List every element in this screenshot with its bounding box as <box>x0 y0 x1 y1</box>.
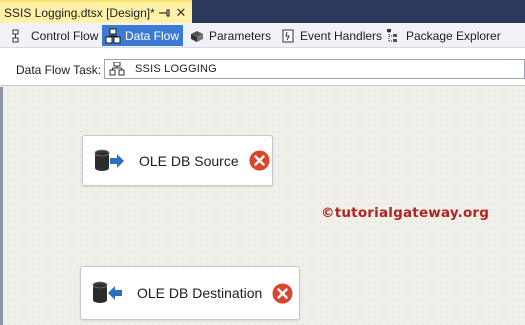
tab-control-flow[interactable]: Control Flow <box>8 25 102 46</box>
data-flow-task-icon <box>109 61 125 76</box>
close-icon[interactable]: ✕ <box>174 5 188 20</box>
event-handlers-icon <box>280 28 296 44</box>
package-explorer-icon <box>386 28 402 44</box>
tab-parameters[interactable]: Parameters <box>186 25 275 46</box>
tab-parameters-label: Parameters <box>209 28 272 43</box>
document-tab-title: SSIS Logging.dtsx [Design]* <box>4 5 155 20</box>
designer-tab-bar: Control Flow Data Flow Parameters Event … <box>0 23 525 48</box>
tab-event-handlers-label: Event Handlers <box>300 28 383 43</box>
tab-event-handlers[interactable]: Event Handlers <box>277 25 386 46</box>
ole-db-destination-icon <box>91 280 123 306</box>
tab-data-flow-label: Data Flow <box>125 28 180 43</box>
ole-db-source-icon <box>93 148 125 174</box>
ole-db-source-label: OLE DB Source <box>139 152 239 169</box>
canvas-left-border <box>0 87 3 325</box>
data-flow-task-bar: Data Flow Task: SSIS LOGGING <box>0 48 525 86</box>
data-flow-task-label: Data Flow Task: <box>16 63 102 77</box>
tab-data-flow[interactable]: Data Flow <box>102 25 184 46</box>
error-icon <box>249 150 270 171</box>
document-tabstrip: SSIS Logging.dtsx [Design]* ✕ <box>0 0 525 23</box>
ole-db-source-component[interactable]: OLE DB Source <box>82 135 273 186</box>
parameters-icon <box>189 28 205 44</box>
tab-package-explorer[interactable]: Package Explorer <box>383 25 505 46</box>
ole-db-destination-label: OLE DB Destination <box>137 285 263 301</box>
data-flow-task-select[interactable]: SSIS LOGGING <box>104 59 525 79</box>
control-flow-icon <box>11 28 27 44</box>
watermark-text: ©tutorialgateway.org <box>321 205 490 221</box>
document-tab[interactable]: SSIS Logging.dtsx [Design]* ✕ <box>0 0 192 23</box>
ole-db-destination-component[interactable]: OLE DB Destination <box>80 266 300 320</box>
data-flow-task-value: SSIS LOGGING <box>135 63 217 75</box>
tab-package-explorer-label: Package Explorer <box>406 28 501 43</box>
data-flow-icon <box>105 28 121 44</box>
tab-control-flow-label: Control Flow <box>31 28 99 43</box>
pin-icon[interactable] <box>158 6 172 20</box>
error-icon <box>272 283 293 304</box>
